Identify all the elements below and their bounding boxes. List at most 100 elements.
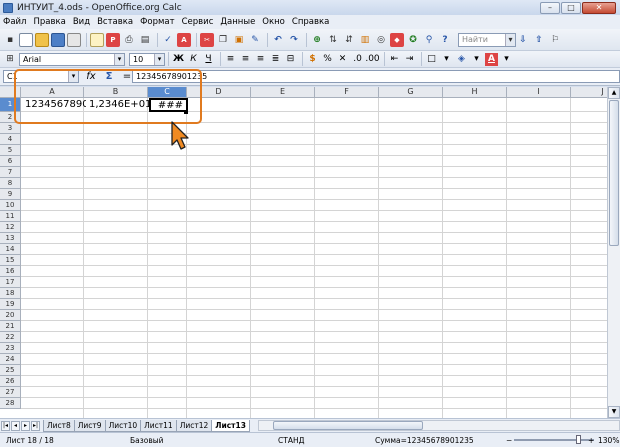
first-sheet-icon[interactable]: |◂ [1, 420, 10, 431]
menu-file[interactable]: Файл [3, 17, 26, 27]
chevron-down-icon[interactable]: ▾ [505, 33, 515, 46]
background-dropdown-icon[interactable]: ▾ [470, 53, 483, 66]
row-header-19[interactable]: 19 [0, 299, 21, 310]
find-next-icon[interactable]: ⇩ [516, 33, 530, 47]
delete-decimal-icon[interactable]: .00 [365, 53, 379, 66]
row-header-27[interactable]: 27 [0, 387, 21, 398]
chevron-down-icon[interactable]: ▾ [68, 71, 78, 82]
column-header-D[interactable]: D [187, 87, 251, 98]
font-size-combo[interactable]: 10 ▾ [129, 52, 165, 66]
copy-icon[interactable]: ❐ [216, 33, 230, 47]
minimize-button[interactable]: – [540, 1, 560, 14]
paste-icon[interactable]: ▣ [232, 33, 246, 47]
borders-dropdown-icon[interactable]: ▾ [440, 53, 453, 66]
font-name-combo[interactable]: Arial ▾ [19, 52, 125, 66]
find-previous-icon[interactable]: ⇧ [532, 33, 546, 47]
cut-icon[interactable]: ✂ [200, 32, 214, 47]
next-sheet-icon[interactable]: ▸ [21, 420, 30, 431]
find-options-icon[interactable]: ⚐ [548, 33, 562, 47]
row-header-16[interactable]: 16 [0, 266, 21, 277]
row-header-7[interactable]: 7 [0, 167, 21, 178]
currency-format-icon[interactable]: $ [306, 53, 319, 66]
spreadsheet-grid[interactable]: ABCDEFGHIJ 1 2 3 4 5 6 7 8 9 10 11 12 13 14 15 16 17 18 19… [0, 87, 607, 418]
add-decimal-icon[interactable]: .0 [351, 53, 364, 66]
row-header-17[interactable]: 17 [0, 277, 21, 288]
scroll-up-icon[interactable]: ▲ [608, 87, 620, 99]
autospell-icon[interactable]: A [177, 32, 191, 47]
print-icon[interactable]: ⎙ [122, 33, 136, 47]
row-header-3[interactable]: 3 [0, 123, 21, 134]
zoom-icon[interactable]: ⚲ [422, 33, 436, 47]
sheet-tab-active[interactable]: Лист13 [211, 419, 250, 432]
row-header-25[interactable]: 25 [0, 365, 21, 376]
vertical-scrollbar[interactable]: ▲ ▼ [607, 87, 620, 418]
row-header-12[interactable]: 12 [0, 222, 21, 233]
spellcheck-icon[interactable]: ✓ [161, 33, 175, 47]
export-pdf-icon[interactable]: P [106, 32, 120, 47]
find-input[interactable]: Найти ▾ [458, 32, 516, 47]
cell-A1[interactable]: 12345678901 [25, 98, 86, 112]
row-header-24[interactable]: 24 [0, 354, 21, 365]
formula-input[interactable]: 12345678901235 [132, 70, 620, 83]
last-sheet-icon[interactable]: ▸| [31, 420, 40, 431]
row-header-6[interactable]: 6 [0, 156, 21, 167]
sheet-tab[interactable]: Лист10 [104, 419, 142, 432]
borders-icon[interactable]: □ [425, 53, 438, 66]
row-header-4[interactable]: 4 [0, 134, 21, 145]
decrease-indent-icon[interactable]: ⇤ [388, 53, 401, 66]
styles-icon[interactable]: ⊞ [3, 52, 17, 66]
zoom-slider-thumb[interactable] [576, 435, 581, 444]
align-right-icon[interactable]: ≡ [254, 53, 267, 66]
vertical-scroll-thumb[interactable] [609, 100, 619, 246]
menu-view[interactable]: Вид [73, 17, 90, 27]
sort-ascending-icon[interactable]: ⇅ [326, 33, 340, 47]
row-header-23[interactable]: 23 [0, 343, 21, 354]
row-header-14[interactable]: 14 [0, 244, 21, 255]
align-left-icon[interactable]: ≡ [224, 53, 237, 66]
scroll-down-icon[interactable]: ▼ [608, 406, 620, 418]
function-wizard-icon[interactable]: fx [85, 71, 97, 82]
bold-button[interactable]: Ж [172, 53, 185, 66]
menu-edit[interactable]: Правка [33, 17, 65, 27]
print-preview-icon[interactable]: ▤ [138, 33, 152, 47]
row-header-15[interactable]: 15 [0, 255, 21, 266]
font-color-dropdown-icon[interactable]: ▾ [500, 53, 513, 66]
zoom-in-icon[interactable]: + [588, 436, 594, 445]
new-document-icon[interactable] [19, 32, 33, 47]
align-center-icon[interactable]: ≡ [239, 53, 252, 66]
chart-icon[interactable]: ▥ [358, 33, 372, 47]
menu-tools[interactable]: Сервис [182, 17, 214, 27]
column-header-I[interactable]: I [507, 87, 571, 98]
zoom-level[interactable]: 130% [598, 436, 619, 445]
row-header-22[interactable]: 22 [0, 332, 21, 343]
select-all-corner[interactable] [0, 87, 21, 98]
row-header-13[interactable]: 13 [0, 233, 21, 244]
column-header-J[interactable]: J [571, 87, 607, 98]
row-header-9[interactable]: 9 [0, 189, 21, 200]
standard-format-icon[interactable]: ✕ [336, 53, 349, 66]
column-header-C[interactable]: C [148, 87, 187, 98]
sheet-tab[interactable]: Лист9 [73, 419, 106, 432]
maximize-button[interactable]: □ [561, 1, 581, 14]
background-color-icon[interactable]: ◈ [455, 53, 468, 66]
chevron-down-icon[interactable]: ▾ [154, 53, 164, 65]
horizontal-scroll-thumb[interactable] [272, 421, 423, 430]
column-header-E[interactable]: E [251, 87, 315, 98]
redo-icon[interactable]: ↷ [287, 33, 301, 47]
cell-B1[interactable]: 1,2346E+013 [89, 98, 151, 112]
hyperlink-icon[interactable]: ⊕ [310, 33, 324, 47]
row-header-5[interactable]: 5 [0, 145, 21, 156]
row-header-10[interactable]: 10 [0, 200, 21, 211]
clone-format-icon[interactable]: ✎ [248, 33, 262, 47]
sum-icon[interactable]: Σ [103, 71, 115, 82]
row-header-28[interactable]: 28 [0, 398, 21, 409]
row-header-18[interactable]: 18 [0, 288, 21, 299]
column-header-H[interactable]: H [443, 87, 507, 98]
font-color-icon[interactable]: A [485, 52, 498, 66]
column-header-G[interactable]: G [379, 87, 443, 98]
italic-button[interactable]: К [187, 53, 200, 66]
column-header-A[interactable]: A [21, 87, 84, 98]
help-icon[interactable]: ? [438, 33, 452, 47]
underline-button[interactable]: Ч [202, 53, 215, 66]
sheet-tab[interactable]: Лист12 [175, 419, 213, 432]
